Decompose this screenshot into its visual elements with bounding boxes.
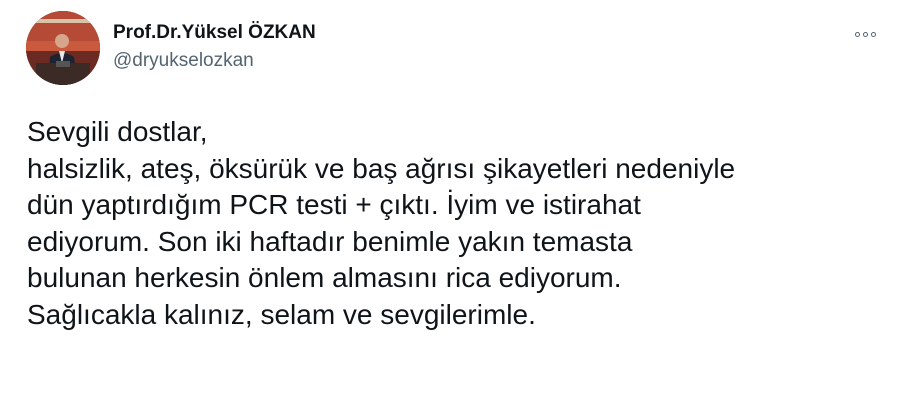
dot-icon <box>870 31 876 37</box>
dot-icon <box>854 31 860 37</box>
tweet-card: Prof.Dr.Yüksel ÖZKAN @dryukselozkan Sevg… <box>0 0 900 405</box>
author-name[interactable]: Prof.Dr.Yüksel ÖZKAN <box>113 22 316 44</box>
author-handle[interactable]: @dryukselozkan <box>113 50 254 72</box>
dot-icon <box>862 31 868 37</box>
avatar[interactable] <box>26 11 100 85</box>
more-options-icon[interactable] <box>850 24 880 44</box>
avatar-image <box>26 11 100 85</box>
tweet-text: Sevgili dostlar, halsizlik, ateş, öksürü… <box>27 116 736 330</box>
